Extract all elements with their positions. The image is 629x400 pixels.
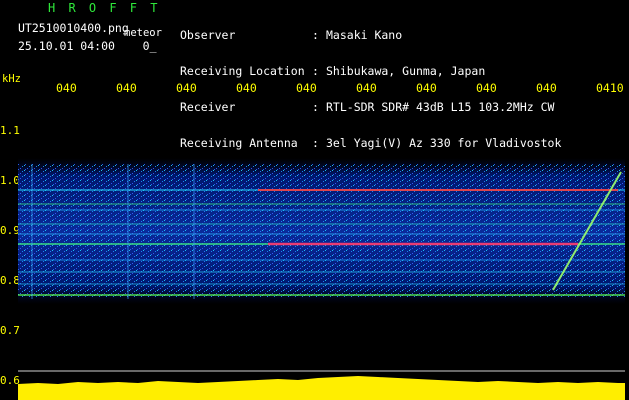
value-location: Shibukawa, Gunma, Japan — [326, 64, 486, 78]
y-tick: 1.0 — [0, 174, 20, 187]
label-observer: Observer — [180, 28, 236, 42]
y-tick: 0.8 — [0, 274, 20, 287]
x-tick: 040 — [176, 81, 197, 95]
x-tick: 040 — [236, 81, 257, 95]
x-tick: 040 — [536, 81, 557, 95]
noise-speckle — [18, 164, 625, 298]
spectrogram-svg — [18, 158, 625, 400]
x-tick: 040 — [116, 81, 137, 95]
meteor-label: meteor — [124, 27, 162, 39]
label-location: Receiving Location — [180, 64, 305, 78]
y-tick: 0.7 — [0, 324, 20, 337]
x-tick: 040 — [296, 81, 317, 95]
x-tick: 040 — [416, 81, 437, 95]
counter: 0_ — [142, 39, 157, 53]
y-tick: 1.1 — [0, 124, 20, 137]
spectrogram — [18, 94, 625, 400]
y-tick: 0.9 — [0, 224, 20, 237]
x-tick: 040 — [356, 81, 377, 95]
level-histogram — [18, 376, 625, 400]
x-tick: 0410 — [596, 81, 624, 95]
y-tick: 0.6 — [0, 374, 20, 387]
colon: : — [312, 64, 319, 78]
value-observer: Masaki Kano — [326, 28, 403, 42]
app-brand: H R O F F T — [48, 1, 161, 15]
y-unit-label: kHz — [2, 73, 21, 85]
date-time-text: 25.10.01 04:00 — [18, 39, 115, 53]
x-tick: 040 — [56, 81, 77, 95]
colon: : — [312, 28, 319, 42]
file-name: UT2510010400.png — [18, 21, 129, 35]
x-tick: 040 — [476, 81, 497, 95]
date-time: 25.10.01 04:00 0_ — [18, 40, 157, 52]
